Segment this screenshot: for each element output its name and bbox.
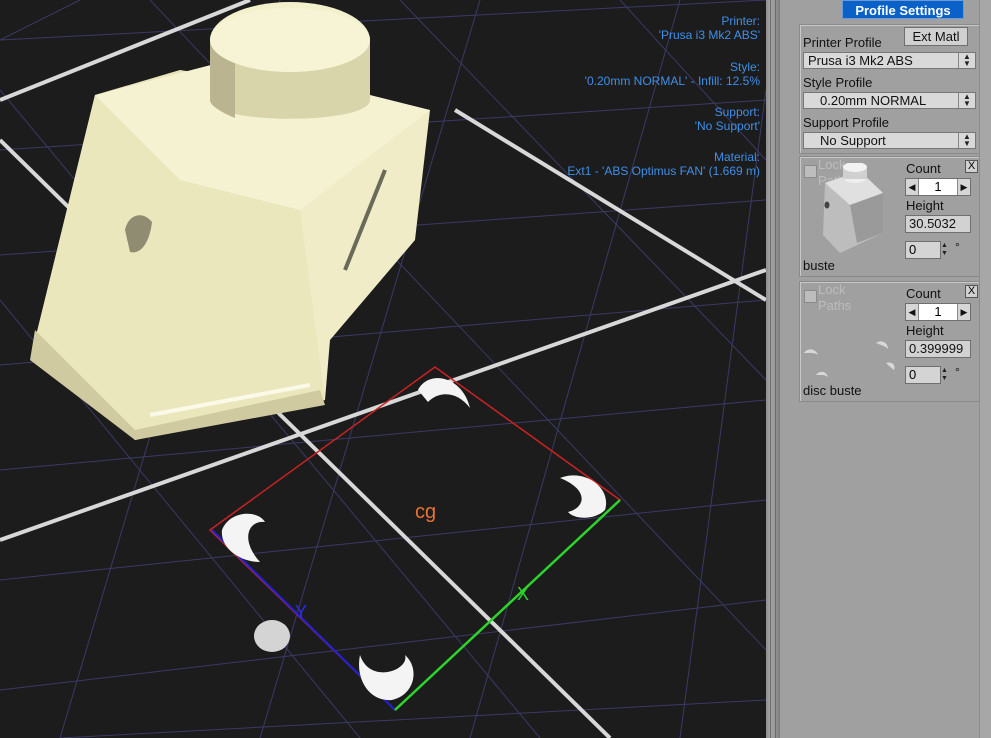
- support-info-label: Support:: [714, 105, 760, 119]
- rotation-spinner[interactable]: 0 ▲ ▼: [905, 366, 949, 384]
- panel-splitter[interactable]: [766, 0, 780, 738]
- scene: Y X cg: [0, 0, 766, 738]
- count-spinner[interactable]: ◀ 1 ▶: [905, 178, 971, 196]
- printer-info-label: Printer:: [721, 14, 760, 28]
- count-spinner[interactable]: ◀ 1 ▶: [905, 303, 971, 321]
- support-profile-value: No Support: [820, 133, 886, 148]
- object-thumbnail-buste: [823, 163, 883, 253]
- splitter-groove: [770, 0, 771, 738]
- ext-matl-button[interactable]: Ext Matl: [904, 27, 968, 46]
- height-field[interactable]: 30.5032: [905, 215, 971, 233]
- close-icon[interactable]: X: [965, 160, 978, 173]
- rotation-value[interactable]: 0: [905, 241, 941, 259]
- printer-info: Printer: 'Prusa i3 Mk2 ABS': [659, 14, 760, 42]
- rotation-arrows-icon[interactable]: ▲ ▼: [941, 367, 949, 383]
- height-field[interactable]: 0.399999: [905, 340, 971, 358]
- y-axis-label: Y: [295, 602, 307, 622]
- increment-icon[interactable]: ▶: [957, 179, 970, 195]
- center-of-gravity-label: cg: [415, 501, 436, 523]
- select-arrows-icon: ▲ ▼: [958, 133, 975, 148]
- rotation-value[interactable]: 0: [905, 366, 941, 384]
- style-info-value: '0.20mm NORMAL' - Infill: 12.5%: [584, 74, 760, 88]
- rotation-spinner[interactable]: 0 ▲ ▼: [905, 241, 949, 259]
- style-info-label: Style:: [729, 60, 760, 74]
- x-axis-label: X: [517, 584, 529, 604]
- support-profile-select[interactable]: No Support ▲ ▼: [803, 132, 976, 149]
- paths-label: Paths: [818, 298, 852, 313]
- printer-profile-value: Prusa i3 Mk2 ABS: [808, 53, 913, 68]
- object-name: disc buste: [803, 383, 862, 398]
- panel-scrollbar[interactable]: [979, 0, 991, 738]
- profile-settings-tab[interactable]: Profile Settings: [842, 0, 964, 19]
- rotation-arrows-icon[interactable]: ▲ ▼: [941, 242, 949, 258]
- style-profile-value: 0.20mm NORMAL: [820, 93, 927, 108]
- support-info-value: 'No Support': [694, 119, 760, 133]
- close-icon[interactable]: X: [965, 285, 978, 298]
- object-name: buste: [803, 258, 835, 273]
- printer-profile-select[interactable]: Prusa i3 Mk2 ABS ▲ ▼: [803, 52, 976, 69]
- select-arrows-icon: ▲ ▼: [958, 93, 975, 108]
- decrement-icon[interactable]: ◀: [906, 179, 919, 195]
- count-value: 1: [934, 304, 942, 319]
- count-value: 1: [934, 179, 942, 194]
- printer-info-value: 'Prusa i3 Mk2 ABS': [658, 28, 760, 42]
- printer-profile-label: Printer Profile: [803, 35, 882, 50]
- count-label: Count: [906, 161, 941, 176]
- lock-paths-checkbox[interactable]: [804, 290, 817, 303]
- splitter-groove: [775, 0, 776, 738]
- decrement-icon[interactable]: ◀: [906, 304, 919, 320]
- material-info-label: Material:: [713, 150, 760, 164]
- degree-symbol: °: [955, 365, 960, 379]
- lock-label: Lock: [818, 282, 846, 297]
- settings-panel: Profile Settings Printer Profile Ext Mat…: [780, 0, 991, 738]
- style-profile-label: Style Profile: [803, 75, 873, 90]
- material-info: Material: Ext1 - 'ABS Optimus FAN' (1.66…: [567, 150, 760, 178]
- height-label: Height: [906, 323, 944, 338]
- increment-icon[interactable]: ▶: [957, 304, 970, 320]
- box-model[interactable]: [30, 2, 430, 440]
- style-profile-select[interactable]: 0.20mm NORMAL ▲ ▼: [803, 92, 976, 109]
- disc-parts[interactable]: [221, 378, 607, 701]
- 3d-viewport[interactable]: Y X cg Printer: 'Prusa i3 Mk2 ABS' Style…: [0, 0, 766, 738]
- cg-marker-disc: [254, 620, 290, 652]
- select-arrows-icon: ▲ ▼: [958, 53, 975, 68]
- material-info-value: Ext1 - 'ABS Optimus FAN' (1.669 m): [567, 164, 760, 178]
- height-label: Height: [906, 198, 944, 213]
- style-info: Style: '0.20mm NORMAL' - Infill: 12.5%: [585, 60, 760, 88]
- count-label: Count: [906, 286, 941, 301]
- support-profile-label: Support Profile: [803, 115, 889, 130]
- object-thumbnail-disc-buste: [804, 341, 895, 377]
- degree-symbol: °: [955, 240, 960, 254]
- support-info: Support: 'No Support': [695, 105, 760, 133]
